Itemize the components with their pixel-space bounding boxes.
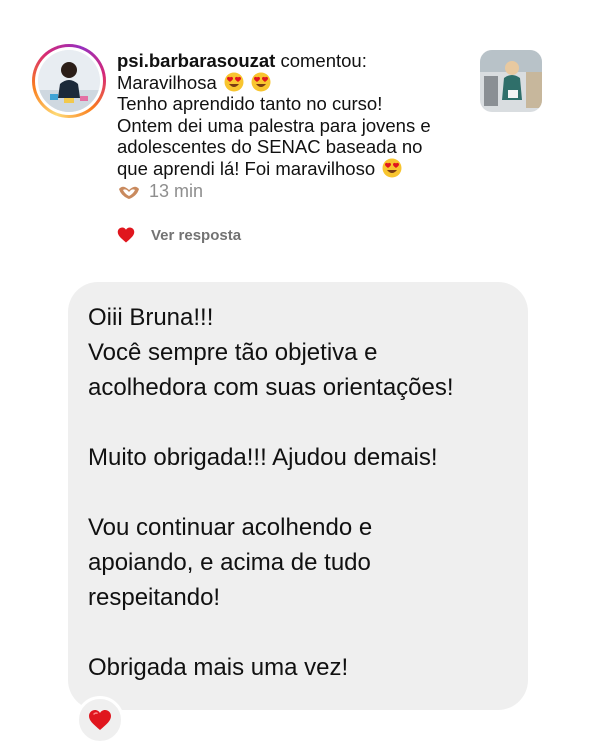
heart-icon[interactable] — [117, 226, 135, 244]
heart-eyes-emoji-icon — [224, 72, 244, 91]
message-line: Oiii Bruna!!! — [88, 304, 214, 331]
comment: psi.barbarasouzat comentou: Maravilhosa … — [117, 50, 467, 203]
screenshot: psi.barbarasouzat comentou: Maravilhosa … — [0, 0, 600, 750]
message-line: Você sempre tão objetiva e — [88, 339, 378, 366]
heart-reaction-icon — [89, 710, 111, 730]
message-line: apoiando, e acima de tudo — [88, 549, 371, 576]
heart-eyes-emoji-icon — [382, 158, 402, 177]
message-reaction[interactable] — [76, 696, 124, 744]
comment-line: Ontem dei uma palestra para jovens e — [117, 114, 431, 136]
heart-hands-emoji-icon — [119, 186, 139, 199]
message-line: acolhedora com suas orientações! — [88, 374, 454, 401]
comment-action: comentou: — [280, 50, 367, 71]
comment-line: Maravilhosa — [117, 71, 217, 93]
message-bubble: Oiii Bruna!!! Você sempre tão objetiva e… — [68, 282, 528, 710]
comment-username[interactable]: psi.barbarasouzat — [117, 50, 275, 71]
comment-line: Tenho aprendido tanto no curso! — [117, 93, 383, 114]
comment-line: adolescentes do SENAC baseada no — [117, 136, 423, 157]
message-line: Obrigada mais uma vez! — [88, 654, 349, 681]
view-reply-link[interactable]: Ver resposta — [151, 227, 241, 244]
message-line: respeitando! — [88, 584, 221, 611]
comment-line: que aprendi lá! Foi maravilhoso — [117, 157, 376, 179]
message-line: Muito obrigada!!! Ajudou demais! — [88, 444, 438, 471]
comment-timestamp: 13 min — [149, 181, 204, 201]
comment-meta: 13 min — [117, 181, 467, 203]
profile-avatar[interactable] — [32, 44, 106, 118]
message-line: Vou continuar acolhendo e — [88, 514, 373, 541]
post-thumbnail[interactable] — [480, 50, 542, 112]
avatar-photo — [38, 50, 100, 112]
heart-eyes-emoji-icon — [251, 72, 271, 91]
comment-actions: Ver resposta — [117, 226, 241, 244]
